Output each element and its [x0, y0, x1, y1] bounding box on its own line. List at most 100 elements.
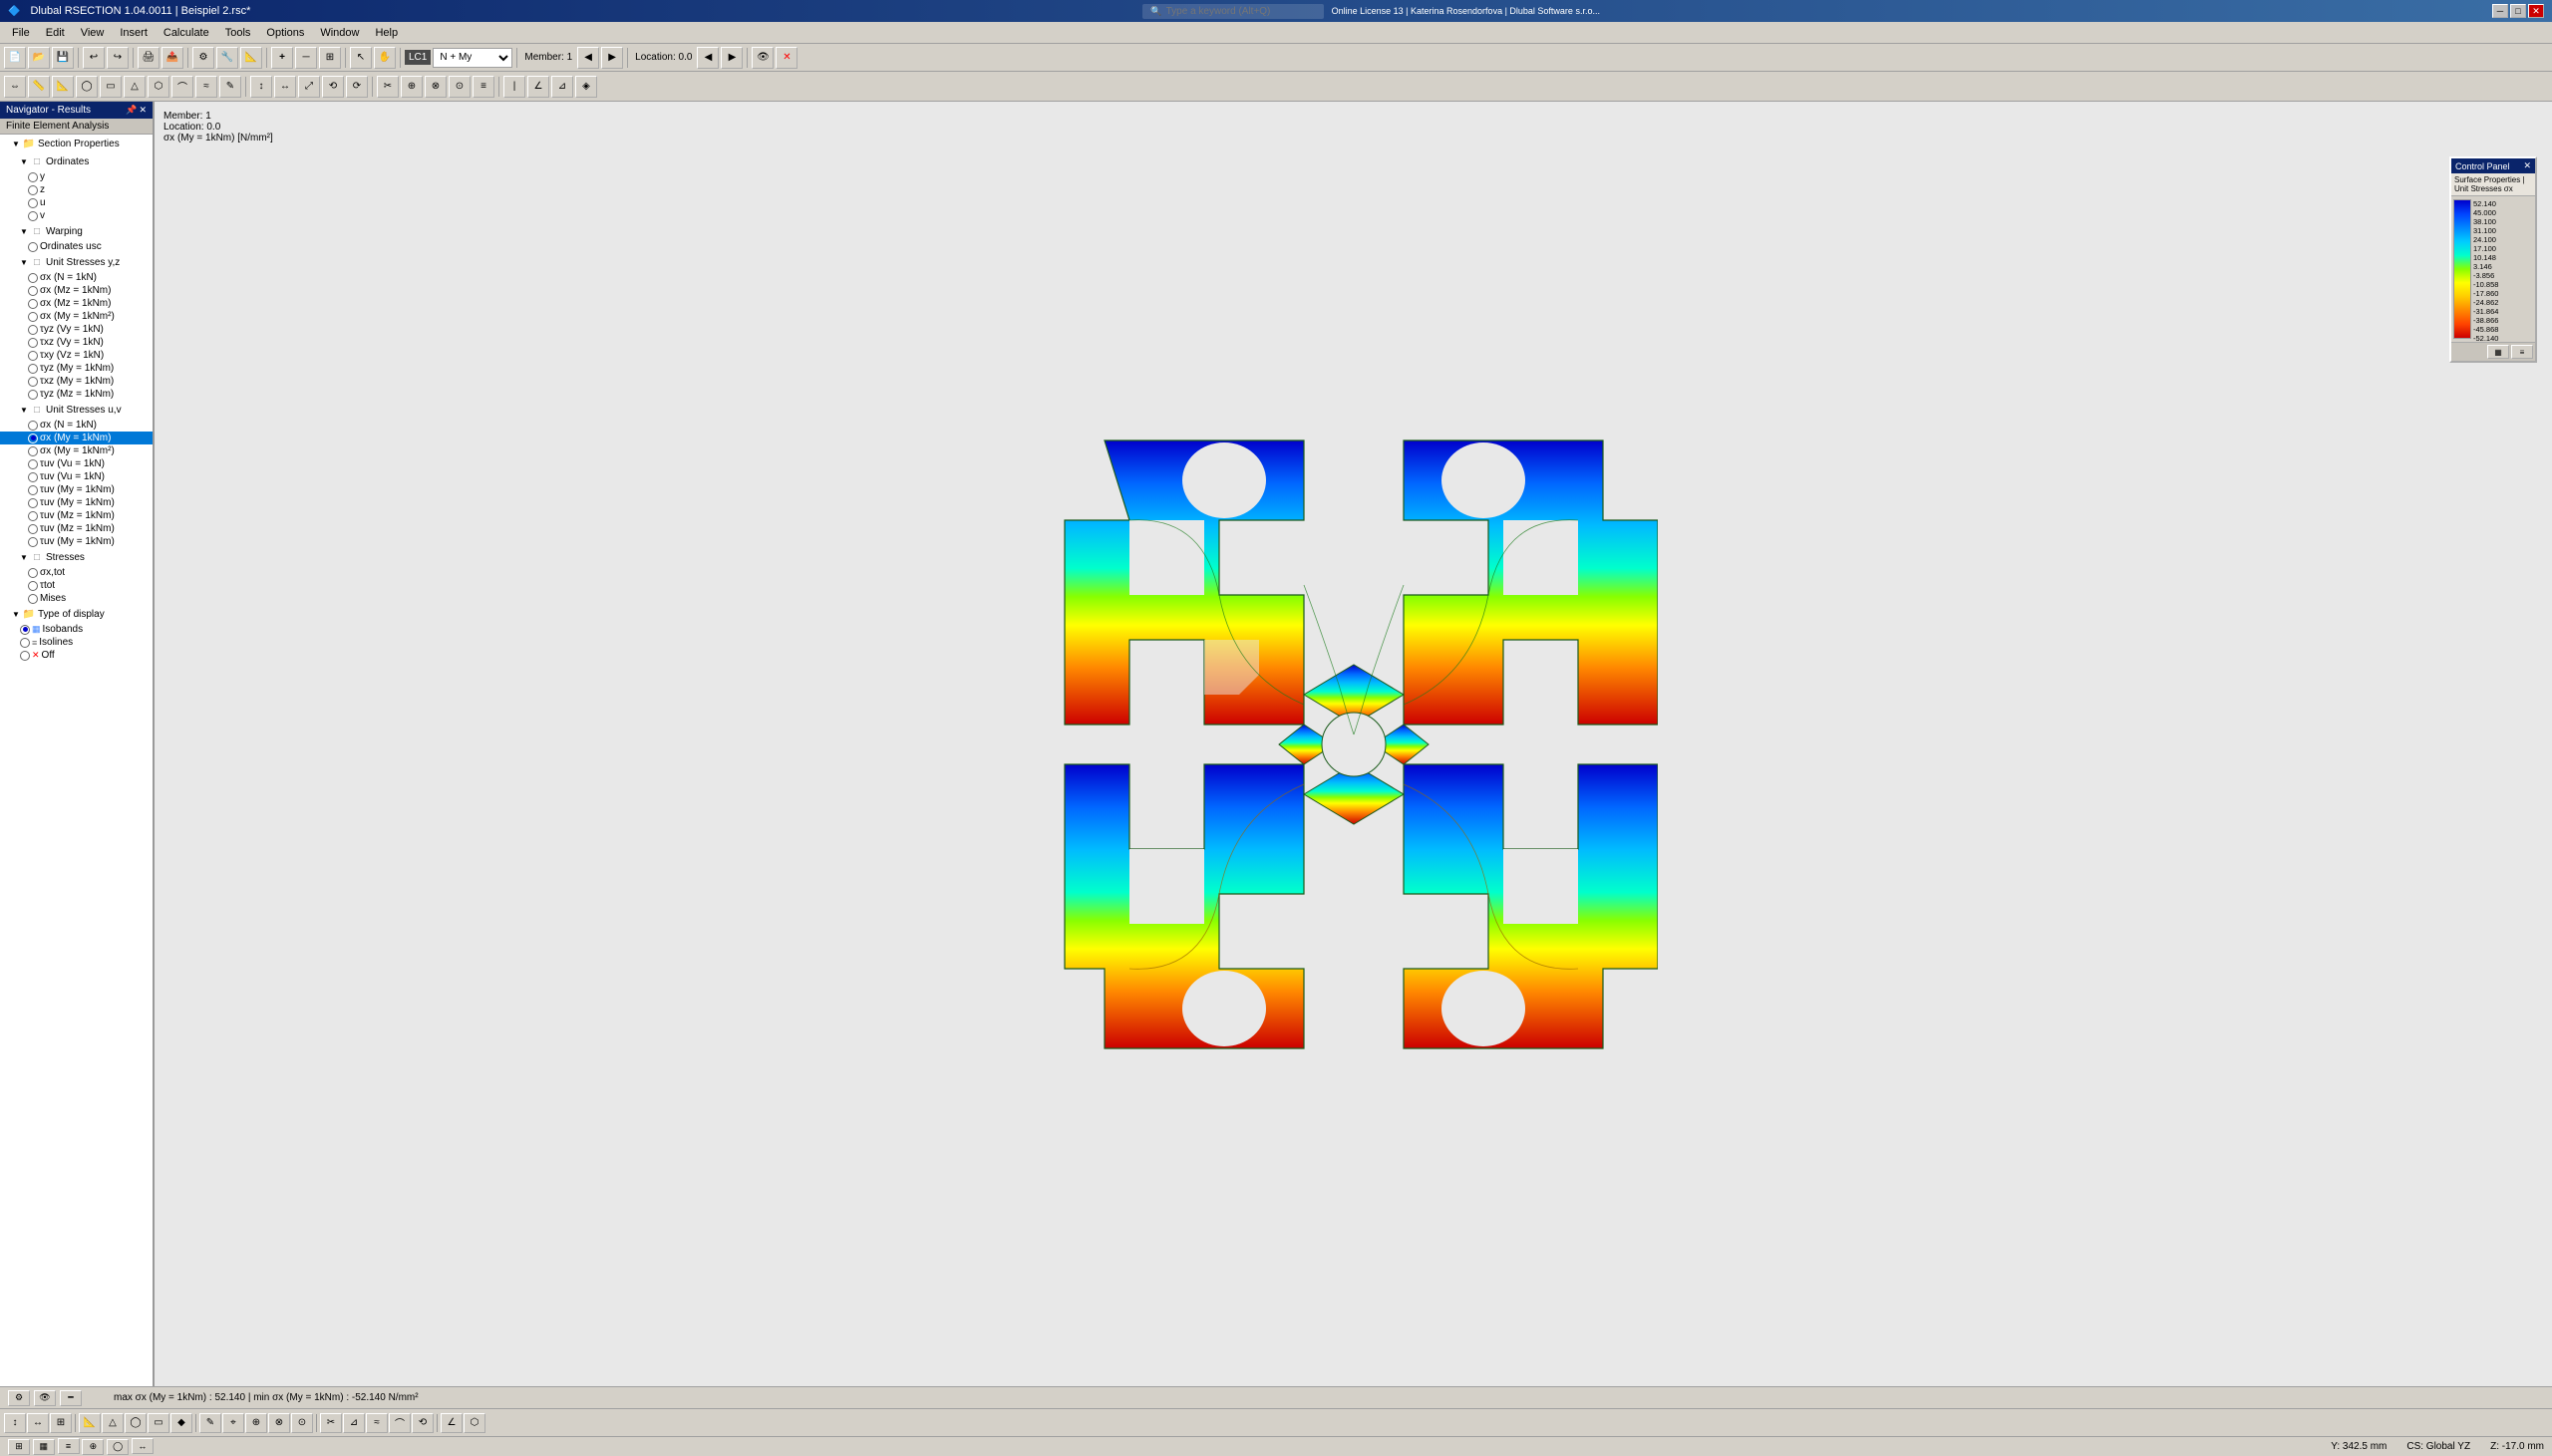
btb-3[interactable]: ⊞ — [50, 1413, 72, 1433]
radio-yz-txz-vy[interactable] — [28, 338, 38, 348]
footer-icon-5[interactable]: ◯ — [107, 1439, 129, 1455]
btb-15[interactable]: ⊿ — [343, 1413, 365, 1433]
expand-ordinates[interactable]: ▼ — [18, 155, 30, 167]
tool2-btn-10[interactable]: ✎ — [219, 76, 241, 98]
tool2-btn-6[interactable]: △ — [124, 76, 146, 98]
nav-close-icon[interactable]: ✕ — [139, 105, 147, 116]
tool2-btn-23[interactable]: ⊿ — [551, 76, 573, 98]
tree-yz-sx-mz[interactable]: σx (Mz = 1kNm) — [0, 297, 153, 310]
tool2-btn-17[interactable]: ⊕ — [401, 76, 423, 98]
tree-isolines[interactable]: ≡ Isolines — [0, 636, 153, 649]
btb-2[interactable]: ↔ — [27, 1413, 49, 1433]
radio-uv-sx-n[interactable] — [28, 421, 38, 431]
tree-yz-sx-mz2[interactable]: σx (My = 1kNm²) — [0, 310, 153, 323]
radio-isobands[interactable] — [20, 625, 30, 635]
cp-icon-btn-1[interactable]: ▦ — [2487, 345, 2509, 359]
radio-uv-tux-mz1[interactable] — [28, 511, 38, 521]
tool2-btn-7[interactable]: ⬡ — [148, 76, 169, 98]
radio-z[interactable] — [28, 185, 38, 195]
radio-mises[interactable] — [28, 594, 38, 604]
tool2-btn-16[interactable]: ✂ — [377, 76, 399, 98]
btb-6[interactable]: ◯ — [125, 1413, 147, 1433]
fit-button[interactable]: ⊞ — [319, 47, 341, 69]
tool2-btn-5[interactable]: ▭ — [100, 76, 122, 98]
tree-yz-sx-n[interactable]: σx (N = 1kN) — [0, 271, 153, 284]
tree-uv-sx-my2[interactable]: σx (My = 1kNm²) — [0, 444, 153, 457]
tree-ord-y[interactable]: y — [0, 170, 153, 183]
prev-location-button[interactable]: ◀ — [697, 47, 719, 69]
tree-ordinates[interactable]: ▼ □ Ordinates — [0, 152, 153, 170]
tool2-btn-18[interactable]: ⊗ — [425, 76, 447, 98]
tree-sx-tot[interactable]: σx,tot — [0, 566, 153, 579]
btb-11[interactable]: ⊕ — [245, 1413, 267, 1433]
footer-icon-3[interactable]: ≡ — [58, 1438, 80, 1454]
tool2-btn-13[interactable]: ⤢ — [298, 76, 320, 98]
radio-sx-tot[interactable] — [28, 568, 38, 578]
menu-calculate[interactable]: Calculate — [156, 25, 217, 41]
tool2-btn-9[interactable]: ≈ — [195, 76, 217, 98]
radio-uv-tux-mz2[interactable] — [28, 524, 38, 534]
radio-yz-txy-vz[interactable] — [28, 351, 38, 361]
maximize-button[interactable]: □ — [2510, 4, 2526, 18]
cp-close-icon[interactable]: ✕ — [2523, 160, 2531, 171]
menu-window[interactable]: Window — [312, 25, 367, 41]
keyword-search-input[interactable] — [1166, 6, 1316, 17]
menu-options[interactable]: Options — [258, 25, 312, 41]
radio-yz-tyz-my1[interactable] — [28, 364, 38, 374]
tree-yz-sx-my[interactable]: σx (Mz = 1kNm) — [0, 284, 153, 297]
menu-insert[interactable]: Insert — [112, 25, 156, 41]
tree-uv-tuv-vu2[interactable]: τuv (Vu = 1kN) — [0, 470, 153, 483]
radio-yz-sx-mz2[interactable] — [28, 312, 38, 322]
tree-uv-sx-my-selected[interactable]: σx (My = 1kNm) — [0, 432, 153, 444]
tool2-btn-20[interactable]: ≡ — [473, 76, 494, 98]
menu-view[interactable]: View — [73, 25, 113, 41]
tree-uv-sx-n[interactable]: σx (N = 1kN) — [0, 419, 153, 432]
btb-16[interactable]: ≈ — [366, 1413, 388, 1433]
radio-uv-tux-my2[interactable] — [28, 498, 38, 508]
footer-icon-1[interactable]: ⊞ — [8, 1439, 30, 1455]
open-button[interactable]: 📂 — [28, 47, 50, 69]
tree-type-of-display[interactable]: ▼ 📁 Type of display — [0, 605, 153, 623]
pan-button[interactable]: ✋ — [374, 47, 396, 69]
tree-yz-tyz-my1[interactable]: τyz (My = 1kNm) — [0, 362, 153, 375]
next-location-button[interactable]: ▶ — [721, 47, 743, 69]
btb-4[interactable]: 📐 — [79, 1413, 101, 1433]
view-btn-1[interactable]: 👁 — [752, 47, 774, 69]
radio-u[interactable] — [28, 198, 38, 208]
tool2-btn-3[interactable]: 📐 — [52, 76, 74, 98]
tree-unit-stresses-yz[interactable]: ▼ □ Unit Stresses y,z — [0, 253, 153, 271]
tool2-btn-2[interactable]: 📏 — [28, 76, 50, 98]
redo-button[interactable]: ↪ — [107, 47, 129, 69]
expand-section-props[interactable]: ▼ — [10, 138, 22, 149]
tree-uv-tux-mz1[interactable]: τuv (Mz = 1kNm) — [0, 509, 153, 522]
tree-uv-tux-my1[interactable]: τuv (My = 1kNm) — [0, 483, 153, 496]
tree-uv-tux-my3[interactable]: τuv (My = 1kNm) — [0, 535, 153, 548]
radio-off[interactable] — [20, 651, 30, 661]
tree-yz-txy-vz[interactable]: τxy (Vz = 1kN) — [0, 349, 153, 362]
radio-v[interactable] — [28, 211, 38, 221]
prev-member-button[interactable]: ◀ — [577, 47, 599, 69]
btb-1[interactable]: ↕ — [4, 1413, 26, 1433]
expand-warping[interactable]: ▼ — [18, 225, 30, 237]
tree-yz-tyz-mz[interactable]: τyz (Mz = 1kNm) — [0, 388, 153, 401]
btb-7[interactable]: ▭ — [148, 1413, 169, 1433]
nav-pin-icon[interactable]: 📌 — [126, 105, 137, 116]
radio-uv-sx-my[interactable] — [28, 434, 38, 443]
radio-usc[interactable] — [28, 242, 38, 252]
export-button[interactable]: 📤 — [161, 47, 183, 69]
close-button[interactable]: ✕ — [2528, 4, 2544, 18]
btb-9[interactable]: ✎ — [199, 1413, 221, 1433]
new-button[interactable]: 📄 — [4, 47, 26, 69]
tree-stresses[interactable]: ▼ □ Stresses — [0, 548, 153, 566]
radio-uv-tux-my1[interactable] — [28, 485, 38, 495]
btb-8[interactable]: ◆ — [170, 1413, 192, 1433]
tool2-btn-1[interactable]: ⇔ — [4, 76, 26, 98]
btb-10[interactable]: ⌖ — [222, 1413, 244, 1433]
close-results-button[interactable]: ✕ — [776, 47, 798, 69]
btb-20[interactable]: ⬡ — [464, 1413, 485, 1433]
tool2-btn-24[interactable]: ◈ — [575, 76, 597, 98]
status-btn-1[interactable]: ⚙ — [8, 1390, 30, 1406]
tree-yz-txz-vy[interactable]: τxz (Vy = 1kN) — [0, 336, 153, 349]
radio-uv-sx-my2[interactable] — [28, 446, 38, 456]
radio-yz-sx-my[interactable] — [28, 286, 38, 296]
